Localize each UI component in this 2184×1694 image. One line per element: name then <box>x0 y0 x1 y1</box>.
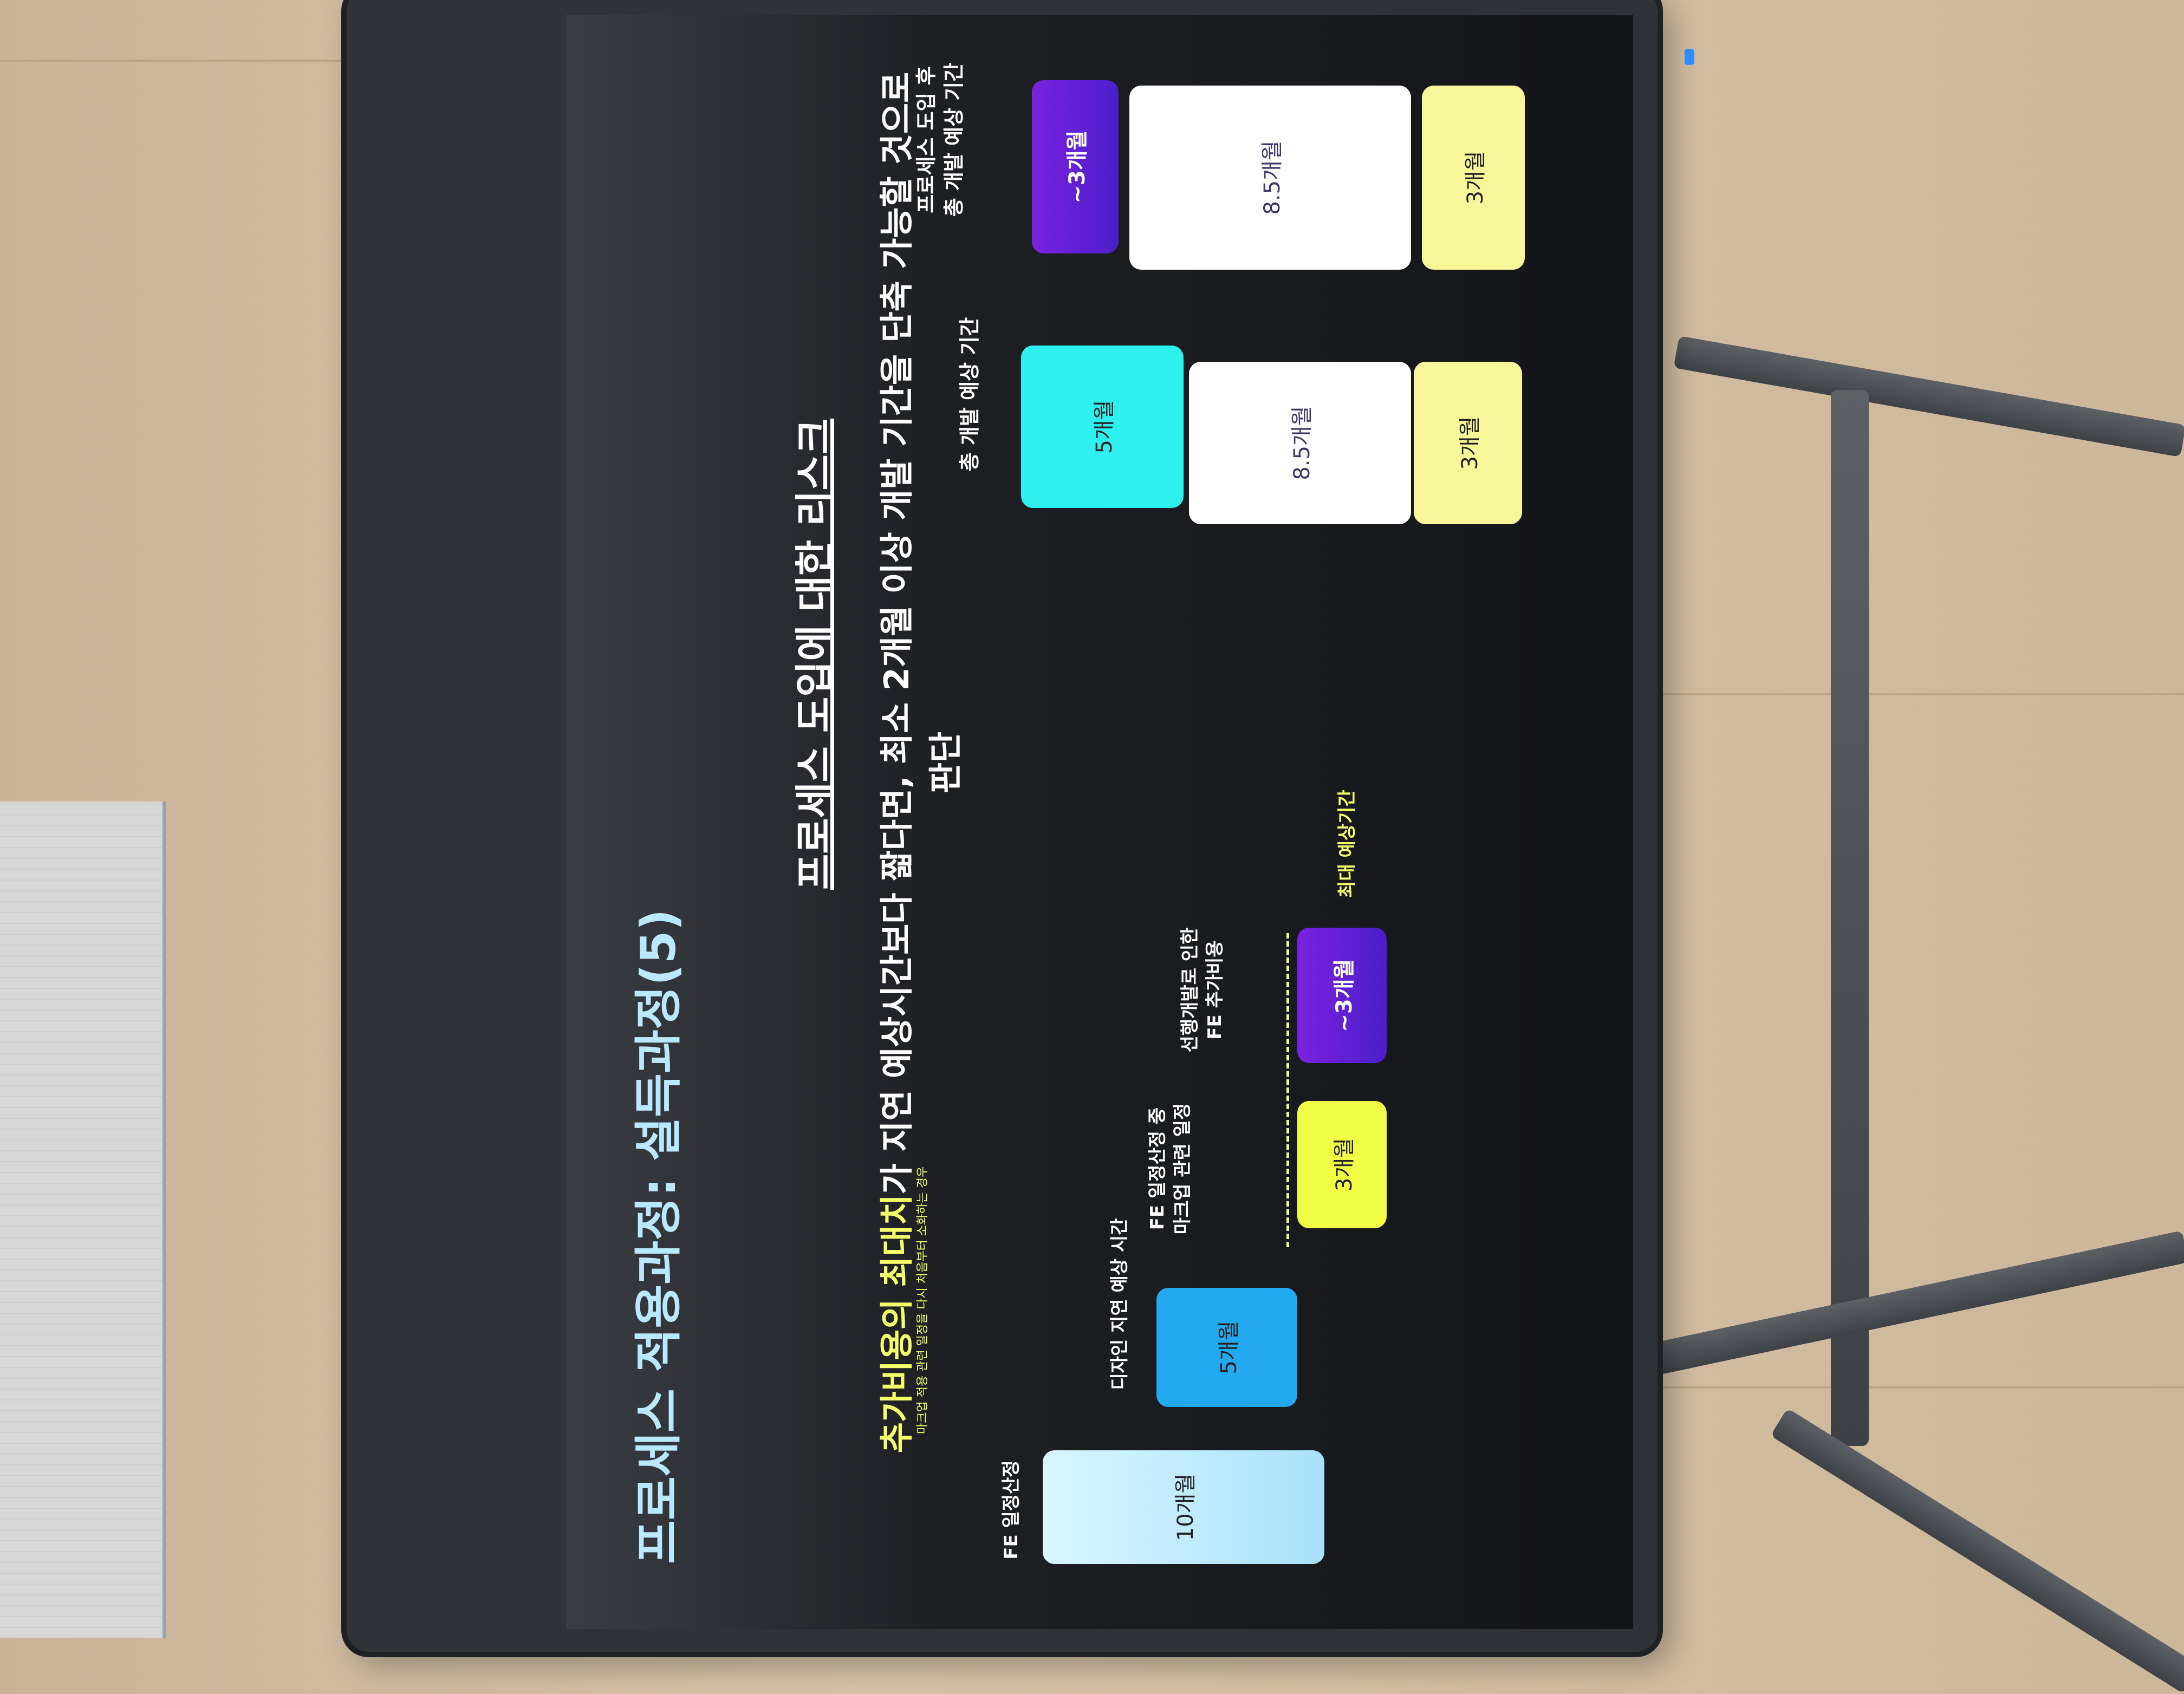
total-before-bar-2: 8.5개월 <box>1189 362 1411 524</box>
total-before-value-3: 3개월 <box>1458 416 1483 470</box>
total-before-bar-3: 3개월 <box>1414 362 1522 524</box>
fe-schedule-label: FE 일정산정 <box>1000 1460 1022 1560</box>
total-after-value-2: 8.5개월 <box>1260 140 1285 215</box>
extra-label-line1: 선행개발로 인한 <box>1179 927 1201 1053</box>
total-after-bar-2: 8.5개월 <box>1129 86 1411 270</box>
stand-leg <box>1673 336 2184 458</box>
markup-schedule-value: 3개월 <box>1331 1137 1357 1192</box>
total-before-label: 총 개발 예상 기간 <box>958 317 981 472</box>
wall-seam <box>1658 693 2184 695</box>
stand-leg <box>1652 1230 2184 1375</box>
extra-label-line2: FE 추가비용 <box>1204 940 1226 1040</box>
max-duration-line <box>1286 933 1289 1247</box>
markup-label-line1: FE 일정산정 중 <box>1147 1107 1168 1230</box>
after-label-line1: 프로세스 도입 후 <box>914 66 938 213</box>
extra-cost-bar: ~3개월 <box>1297 928 1387 1063</box>
total-after-label: 프로세스 도입 후 총 개발 예상 기간 <box>913 26 968 253</box>
slide-title: 프로세스 적용과정: 설득과정(5) <box>630 909 686 1564</box>
total-after-bar-3: 3개월 <box>1422 86 1525 270</box>
design-delay-bar: 5개월 <box>1156 1288 1297 1407</box>
risk-heading: 프로세스 도입에 대한 리스크 <box>792 418 837 890</box>
conclusion-prefix: 추가비용의 <box>877 1287 916 1454</box>
wall-seam <box>0 60 347 62</box>
total-after-bar-1: ~3개월 <box>1032 80 1119 253</box>
wall-seam <box>1658 1386 2184 1389</box>
fe-schedule-bar: 10개월 <box>1043 1450 1324 1564</box>
conclusion-highlight: 최대치 <box>877 1194 916 1287</box>
total-before-bar-1: 5개월 <box>1021 346 1184 508</box>
presentation-slide: 프로세스 적용과정: 설득과정(5) 프로세스 도입에 대한 리스크 추가비용의… <box>566 15 1633 1629</box>
design-delay-value: 5개월 <box>1217 1320 1242 1374</box>
fe-schedule-value: 10개월 <box>1173 1473 1198 1541</box>
total-after-value-3: 3개월 <box>1463 151 1488 205</box>
design-delay-label: 디자인 지연 예상 시간 <box>1109 1218 1130 1390</box>
markup-schedule-label: FE 일정산정 중 마크업 관련 일정 <box>1146 1087 1195 1250</box>
power-indicator-icon <box>1685 49 1694 65</box>
markup-schedule-bar: 3개월 <box>1297 1101 1387 1228</box>
stand-leg <box>1831 390 1869 1446</box>
acoustic-wall-panel <box>0 802 166 1638</box>
after-label-line2: 총 개발 예상 기간 <box>942 62 966 217</box>
total-before-value-1: 5개월 <box>1092 400 1117 454</box>
total-after-value-1: ~3개월 <box>1065 130 1090 204</box>
markup-label-line2: 마크업 관련 일정 <box>1171 1103 1193 1235</box>
total-before-value-2: 8.5개월 <box>1290 406 1315 480</box>
footnote: 마크업 적용 관련 일정을 다시 처음부터 소화하는 경우 <box>916 1166 929 1434</box>
extra-cost-value: ~3개월 <box>1331 959 1357 1032</box>
extra-cost-label: 선행개발로 인한 FE 추가비용 <box>1178 903 1228 1077</box>
stand-leg <box>1770 1408 2184 1694</box>
max-duration-label: 최대 예상기간 <box>1336 790 1358 898</box>
